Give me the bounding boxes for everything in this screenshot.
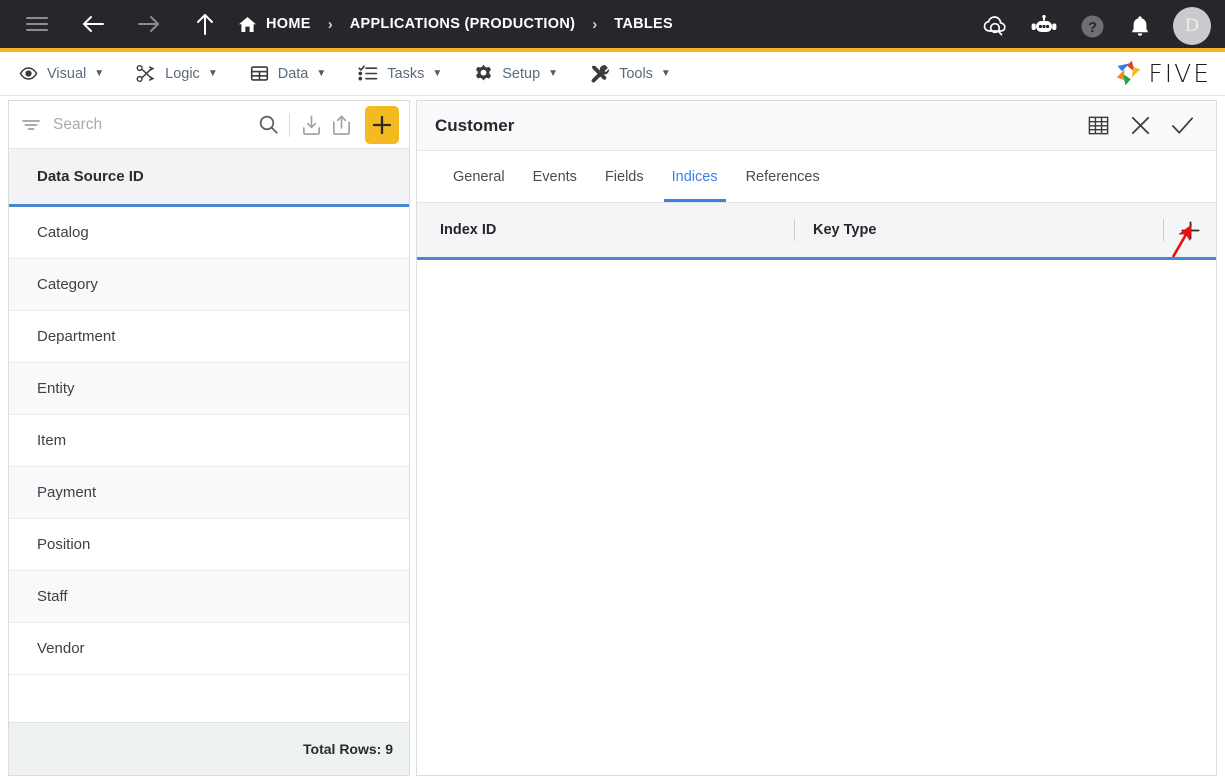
list-item[interactable]: Vendor	[9, 623, 409, 675]
menu-label-data: Data	[277, 65, 309, 82]
app-window: HOME › APPLICATIONS (PRODUCTION) › TABLE…	[0, 0, 1225, 783]
menu-item-visual[interactable]: Visual ▼	[6, 52, 117, 96]
list-item[interactable]: Staff	[9, 571, 409, 623]
search-input[interactable]	[53, 115, 253, 134]
breadcrumb-label-applications: APPLICATIONS (PRODUCTION)	[349, 16, 576, 32]
arrow-right-icon[interactable]	[130, 5, 168, 43]
toolbar-divider	[289, 112, 291, 137]
list-item[interactable]: Entity	[9, 363, 409, 415]
menu-label-visual: Visual	[47, 65, 87, 82]
tab-fields[interactable]: Fields	[591, 151, 658, 202]
list-item[interactable]: Position	[9, 519, 409, 571]
chevron-down-icon: ▼	[660, 68, 671, 79]
list-item[interactable]: Department	[9, 311, 409, 363]
tab-references[interactable]: References	[732, 151, 834, 202]
breadcrumb-separator: ›	[327, 15, 333, 33]
home-icon	[238, 16, 257, 33]
menu-label-tools: Tools	[619, 65, 653, 82]
chevron-down-icon: ▼	[432, 68, 443, 79]
list-item[interactable]: Category	[9, 259, 409, 311]
add-index-button[interactable]	[1164, 220, 1216, 241]
menu-item-tasks[interactable]: Tasks ▼	[345, 52, 455, 96]
hamburger-icon[interactable]	[18, 5, 56, 43]
column-header-index-id[interactable]: Index ID	[417, 203, 794, 257]
import-icon[interactable]	[296, 108, 326, 142]
tab-events[interactable]: Events	[519, 151, 591, 202]
chat-bot-icon[interactable]	[1027, 9, 1061, 43]
chevron-down-icon: ▼	[94, 68, 105, 79]
brand-logo: FIVE	[1114, 58, 1211, 88]
breadcrumb-item-home[interactable]: HOME	[238, 16, 311, 33]
chevron-down-icon: ▼	[548, 68, 559, 79]
breadcrumb-separator-2: ›	[592, 15, 598, 33]
search-icon[interactable]	[253, 108, 283, 142]
column-header-key-type[interactable]: Key Type	[795, 203, 1163, 257]
page-title: Customer	[435, 115, 515, 135]
breadcrumb-label-tables: TABLES	[614, 16, 673, 32]
data-source-list-panel: Data Source ID Catalog Category Departme…	[8, 100, 410, 776]
menu-item-setup[interactable]: Setup ▼	[461, 52, 571, 96]
add-data-source-button[interactable]	[365, 105, 400, 144]
breadcrumb-item-applications[interactable]: APPLICATIONS (PRODUCTION)	[350, 16, 576, 32]
arrow-up-icon[interactable]	[186, 5, 224, 43]
list-item[interactable]: Item	[9, 415, 409, 467]
menu-item-logic[interactable]: Logic ▼	[123, 52, 231, 96]
list-item[interactable]: Catalog	[9, 207, 409, 259]
list-column-header[interactable]: Data Source ID	[9, 149, 409, 207]
list-item[interactable]: Payment	[9, 467, 409, 519]
filter-icon[interactable]	[21, 117, 41, 133]
tab-indices[interactable]: Indices	[658, 151, 732, 202]
eye-icon	[19, 64, 38, 83]
avatar[interactable]: D	[1173, 7, 1211, 45]
breadcrumb-item-tables[interactable]: TABLES	[614, 16, 673, 32]
menu-label-tasks: Tasks	[387, 65, 425, 82]
close-icon[interactable]	[1122, 108, 1158, 144]
five-pinwheel-logo	[1116, 60, 1141, 86]
nodes-icon	[136, 64, 156, 83]
bell-icon[interactable]	[1123, 9, 1157, 43]
help-circle-icon[interactable]: ?	[1075, 9, 1109, 43]
breadcrumb: HOME › APPLICATIONS (PRODUCTION) › TABLE…	[238, 16, 673, 33]
grid-icon	[250, 64, 269, 83]
table-view-icon[interactable]	[1080, 108, 1116, 144]
menu-label-logic: Logic	[165, 65, 200, 82]
chevron-down-icon: ▼	[207, 68, 218, 79]
top-bar-actions: ? D	[965, 0, 1211, 52]
cloud-check-icon[interactable]	[979, 9, 1013, 43]
chevron-down-icon: ▼	[316, 68, 327, 79]
gear-icon	[474, 64, 493, 83]
data-source-list: Catalog Category Department Entity Item …	[9, 207, 409, 722]
brand-name: FIVE	[1148, 58, 1211, 88]
record-header: Customer	[417, 101, 1216, 151]
menu-item-tools[interactable]: Tools ▼	[577, 52, 684, 96]
total-rows-label: Total Rows: 9	[9, 722, 409, 775]
checklist-icon	[358, 64, 378, 83]
export-icon[interactable]	[327, 108, 357, 142]
tab-general[interactable]: General	[439, 151, 519, 202]
tools-icon	[590, 64, 610, 83]
menu-item-data[interactable]: Data ▼	[237, 52, 340, 96]
arrow-left-icon[interactable]	[74, 5, 112, 43]
application-menu-bar: Visual ▼ Logic ▼ Data ▼ Tasks ▼ Setup ▼ …	[0, 52, 1225, 96]
record-editor-panel: Customer General Events Fields Indices R…	[416, 100, 1217, 776]
breadcrumb-label-home: HOME	[266, 16, 311, 32]
list-item-empty	[9, 675, 409, 722]
search-toolbar	[9, 101, 409, 149]
record-tabs: General Events Fields Indices References	[417, 151, 1216, 203]
top-navigation-bar: HOME › APPLICATIONS (PRODUCTION) › TABLE…	[0, 0, 1225, 52]
svg-text:?: ?	[1088, 20, 1097, 36]
indices-table-header: Index ID Key Type	[417, 203, 1216, 260]
confirm-check-icon[interactable]	[1164, 108, 1200, 144]
menu-label-setup: Setup	[502, 65, 541, 82]
indices-table-body	[417, 260, 1216, 775]
